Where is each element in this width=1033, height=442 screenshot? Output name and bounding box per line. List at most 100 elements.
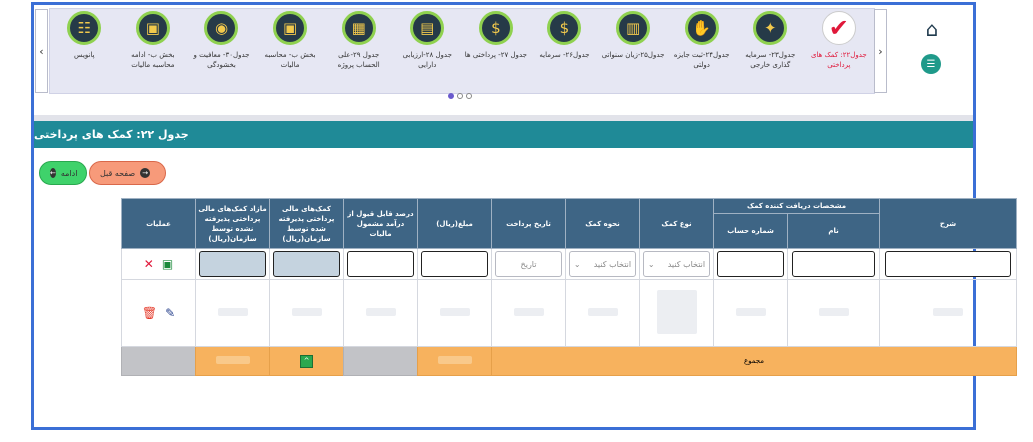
carousel-item-3[interactable]: ✋ جدول۲۴-ثبت جایزه دولتی bbox=[667, 9, 736, 93]
home-icon[interactable]: ⌂ bbox=[919, 17, 945, 41]
type-select-placeholder: انتخاب کنید bbox=[667, 259, 706, 269]
carousel-item-label: جدول۲۳- سرمایه گذاری خارجی bbox=[745, 51, 796, 69]
next-button[interactable]: ← ادامه bbox=[39, 161, 87, 185]
tax-calc-icon: ▣ bbox=[273, 11, 308, 45]
accepted-input bbox=[272, 251, 341, 277]
carousel-prev-button[interactable]: ‹ bbox=[35, 9, 48, 93]
sum-ops bbox=[121, 346, 196, 376]
type-cell bbox=[656, 290, 697, 334]
carousel-item-label: پانویس bbox=[74, 51, 95, 59]
carousel-item-1[interactable]: ✔ جدول۲۲: کمک های پرداختی bbox=[805, 9, 874, 93]
trash-icon[interactable]: 🗑 bbox=[142, 306, 157, 320]
amount-cell bbox=[439, 308, 470, 316]
carousel-item-label: بخش ب- محاسبه مالیات bbox=[264, 51, 316, 69]
carousel-dot-3[interactable] bbox=[466, 93, 472, 99]
carousel-dots bbox=[448, 93, 472, 99]
header-row-1: شرح مشخصات دریافت کننده کمک نوع کمک نحوه… bbox=[39, 198, 1018, 249]
handshake-icon: ✋ bbox=[684, 11, 719, 45]
edit-icon[interactable]: ✎ bbox=[165, 306, 175, 320]
carousel-item-6[interactable]: $ جدول ۲۷- پرداختی ها bbox=[462, 9, 531, 93]
sum-excess bbox=[215, 356, 250, 364]
tax-cont-icon: ▣ bbox=[135, 11, 170, 45]
amount-input[interactable] bbox=[420, 251, 489, 277]
nav-buttons: ← ادامه صفحه قبل → bbox=[39, 161, 166, 185]
account-input[interactable] bbox=[716, 251, 785, 277]
prev-button[interactable]: صفحه قبل → bbox=[89, 161, 166, 185]
account-cell bbox=[735, 308, 766, 316]
name-cell bbox=[818, 308, 849, 316]
arrow-right-icon: → bbox=[140, 168, 151, 178]
carousel-item-9[interactable]: ▣ بخش ب- محاسبه مالیات bbox=[256, 9, 325, 93]
header-account: شماره حساب bbox=[712, 213, 789, 249]
carousel-item-label: جدول۲۲: کمک های پرداختی bbox=[810, 51, 867, 69]
check-icon: ✔ bbox=[821, 11, 856, 45]
menu-toggle-icon[interactable]: ☰ bbox=[921, 54, 941, 74]
percent-cell bbox=[365, 308, 396, 316]
carousel-item-10[interactable]: ◉ جدول۳۰- معافیت و بخشودگی bbox=[187, 9, 256, 93]
save-icon[interactable]: ▣ bbox=[162, 257, 173, 271]
exemption-icon: ◉ bbox=[204, 11, 239, 45]
type-select[interactable]: انتخاب کنید ⌄ bbox=[642, 251, 711, 277]
excess-cell bbox=[217, 308, 248, 316]
prev-button-label: صفحه قبل bbox=[100, 168, 136, 178]
chevron-left-icon: ‹ bbox=[39, 44, 44, 58]
sum-row: مجموع ^ bbox=[39, 346, 1018, 376]
header-ops: عملیات bbox=[121, 198, 196, 249]
carousel-dot-1[interactable] bbox=[448, 93, 454, 99]
date-input[interactable]: تاریخ bbox=[494, 251, 563, 277]
carousel-item-11[interactable]: ▣ بخش ب- ادامه محاسبه مالیات bbox=[119, 9, 188, 93]
chevron-right-icon: › bbox=[878, 44, 883, 58]
input-row: انتخاب کنید ⌄ انتخاب کنید ⌄ تاریخ ▣ ✕ bbox=[39, 248, 1018, 280]
header-desc: شرح bbox=[879, 198, 1018, 249]
payments-table: شرح مشخصات دریافت کننده کمک نوع کمک نحوه… bbox=[38, 198, 1018, 376]
arrow-left-icon: ← bbox=[50, 168, 56, 178]
table-row: ✎ 🗑 bbox=[39, 279, 1018, 347]
header-name: نام bbox=[787, 213, 881, 249]
header-recipient: مشخصات دریافت کننده کمک bbox=[712, 198, 881, 214]
header-accepted: کمک‌های مالی پرداختی پذیرفته شده توسط سا… bbox=[269, 198, 344, 249]
page-title-text: جدول ۲۲: کمک های پرداختی bbox=[34, 128, 189, 141]
desc-input[interactable] bbox=[885, 251, 1011, 277]
name-input[interactable] bbox=[791, 251, 876, 277]
chevron-down-icon: ⌄ bbox=[573, 259, 581, 269]
carousel-dot-2[interactable] bbox=[457, 93, 463, 99]
sum-amount bbox=[437, 356, 472, 364]
footnote-icon: ☷ bbox=[67, 11, 102, 45]
chevron-down-icon: ⌄ bbox=[647, 259, 655, 269]
chevron-up-icon[interactable]: ^ bbox=[300, 354, 313, 368]
bulb-coins-icon: ✦ bbox=[753, 11, 788, 45]
table-carousel: ‹ ☷ پانویس ▣ بخش ب- ادامه محاسبه مالیات ◉ جدو… bbox=[34, 5, 973, 115]
carousel-item-12[interactable]: ☷ پانویس bbox=[50, 9, 119, 93]
page-title: جدول ۲۲: کمک های پرداختی bbox=[34, 121, 973, 148]
method-select[interactable]: انتخاب کنید ⌄ bbox=[568, 251, 637, 277]
date-cell bbox=[513, 308, 544, 316]
carousel-item-8[interactable]: ▦ جدول ۲۹-علی الحساب پروژه bbox=[324, 9, 393, 93]
chart-loss-icon: ▥ bbox=[616, 11, 651, 45]
carousel-item-5[interactable]: $ جدول۲۶- سرمایه bbox=[530, 9, 599, 93]
payment-icon: $ bbox=[478, 11, 513, 45]
carousel-item-4[interactable]: ▥ جدول۲۵-زیان سنواتی bbox=[599, 9, 668, 93]
carousel-items: ☷ پانویس ▣ بخش ب- ادامه محاسبه مالیات ◉ جدول۳… bbox=[50, 9, 874, 93]
sum-percent bbox=[343, 346, 418, 376]
carousel-item-label: جدول۲۶- سرمایه bbox=[539, 51, 590, 59]
carousel-item-label: جدول۲۴-ثبت جایزه دولتی bbox=[673, 51, 730, 69]
header-date: تاریخ پرداخت bbox=[491, 198, 566, 249]
next-button-label: ادامه bbox=[60, 168, 78, 178]
excess-input bbox=[198, 251, 267, 277]
carousel-item-label: جدول۳۰- معافیت و بخشودگی bbox=[193, 51, 250, 69]
carousel-item-label: جدول۲۵-زیان سنواتی bbox=[601, 51, 665, 59]
method-select-placeholder: انتخاب کنید bbox=[593, 259, 632, 269]
method-cell bbox=[587, 308, 618, 316]
close-icon[interactable]: ✕ bbox=[144, 257, 154, 271]
carousel-item-7[interactable]: ▤ جدول ۲۸-ارزیابی دارایی bbox=[393, 9, 462, 93]
carousel-next-button[interactable]: › bbox=[874, 9, 887, 93]
carousel-item-label: جدول ۲۹-علی الحساب پروژه bbox=[337, 51, 380, 69]
desc-cell bbox=[933, 308, 964, 316]
carousel-item-label: بخش ب- ادامه محاسبه مالیات bbox=[131, 51, 175, 69]
project-icon: ▦ bbox=[341, 11, 376, 45]
carousel-item-2[interactable]: ✦ جدول۲۳- سرمایه گذاری خارجی bbox=[736, 9, 805, 93]
carousel-item-label: جدول ۲۷- پرداختی ها bbox=[464, 51, 527, 59]
percent-input[interactable] bbox=[346, 251, 415, 277]
sum-label: مجموع bbox=[490, 346, 1018, 376]
accepted-cell bbox=[291, 308, 322, 316]
